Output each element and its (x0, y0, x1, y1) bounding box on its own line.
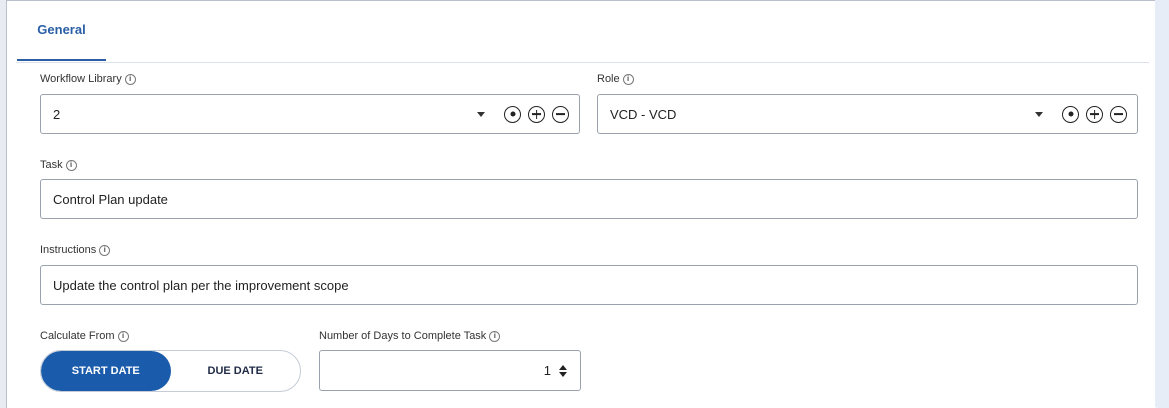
role-value: VCD - VCD (610, 106, 677, 122)
role-label-group: Role i (597, 73, 634, 85)
calculate-from-label-group: Calculate From i (40, 330, 129, 342)
days-label-group: Number of Days to Complete Task i (319, 330, 501, 342)
instructions-value: Update the control plan per the improvem… (53, 277, 349, 293)
start-date-option[interactable]: START DATE (41, 351, 171, 391)
stepper-arrows (559, 364, 567, 377)
workflow-library-value: 2 (53, 106, 61, 122)
tab-bar: General (16, 0, 1149, 63)
workflow-library-label-group: Workflow Library i (40, 73, 136, 85)
info-icon: i (622, 73, 634, 85)
calculate-from-label: Calculate From (40, 330, 115, 342)
caret-down-icon[interactable] (1035, 111, 1043, 117)
minus-circle-icon[interactable] (552, 105, 569, 123)
days-stepper[interactable]: 1 (319, 350, 581, 391)
info-icon: i (117, 330, 129, 342)
target-circle-icon[interactable] (504, 105, 521, 123)
role-controls (1035, 105, 1137, 123)
workflow-library-controls (477, 105, 579, 123)
role-select[interactable]: VCD - VCD (597, 94, 1138, 134)
plus-circle-icon[interactable] (528, 105, 545, 123)
calculate-from-toggle: START DATE DUE DATE (40, 350, 301, 392)
workflow-library-select[interactable]: 2 (40, 94, 580, 134)
tab-general[interactable]: General (17, 0, 106, 61)
caret-down-icon[interactable] (477, 111, 485, 117)
target-circle-icon[interactable] (1062, 105, 1079, 123)
decrement-arrow-icon[interactable] (559, 371, 567, 377)
info-icon: i (124, 73, 136, 85)
workflow-library-label: Workflow Library (40, 73, 122, 85)
right-scroll-strip (1155, 0, 1169, 407)
task-input[interactable]: Control Plan update (40, 179, 1138, 219)
days-value: 1 (543, 363, 551, 378)
info-icon: i (489, 330, 501, 342)
role-label: Role (597, 73, 620, 85)
increment-arrow-icon[interactable] (559, 364, 567, 370)
minus-circle-icon[interactable] (1110, 105, 1127, 123)
instructions-label: Instructions (40, 244, 97, 256)
days-label: Number of Days to Complete Task (319, 330, 487, 342)
due-date-option[interactable]: DUE DATE (171, 351, 301, 391)
info-icon: i (65, 159, 77, 171)
plus-circle-icon[interactable] (1086, 105, 1103, 123)
task-label-group: Task i (40, 159, 77, 171)
task-value: Control Plan update (53, 191, 168, 207)
instructions-input[interactable]: Update the control plan per the improvem… (40, 265, 1138, 305)
info-icon: i (99, 244, 111, 256)
task-label: Task (40, 159, 63, 171)
instructions-label-group: Instructions i (40, 244, 111, 256)
